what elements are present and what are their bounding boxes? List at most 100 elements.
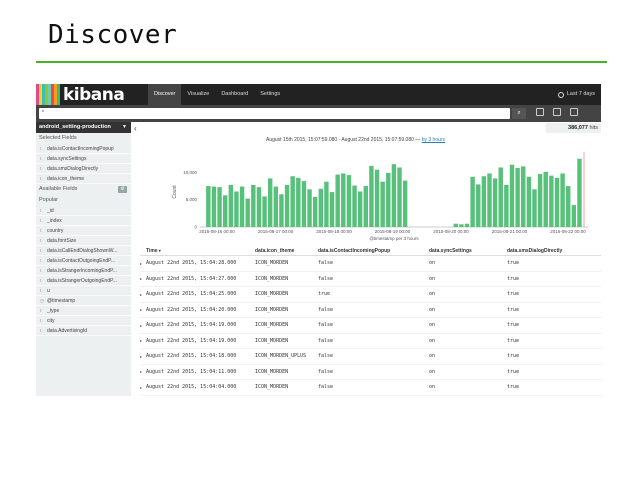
chart-bar[interactable] [464,223,470,227]
chart-bar[interactable] [267,178,273,227]
gear-icon[interactable]: ⚙ [118,186,127,193]
chart-bar[interactable] [386,172,391,227]
chart-bar[interactable] [374,169,380,227]
chart-bar[interactable] [357,191,363,228]
chart-bar[interactable] [284,184,290,227]
field-item[interactable]: t data.isStrangerIncomingEndP... [36,266,131,276]
search-button[interactable]: ⌕ [512,108,526,119]
chart-bar[interactable] [397,167,402,227]
field-item[interactable]: t _id [36,206,131,216]
table-row[interactable]: ▸ August 22nd 2015, 15:04:28.000 ICON_MORD… [140,256,601,272]
interval-link[interactable]: by 3 hours [422,137,445,143]
chart-bar[interactable] [262,196,267,227]
table-row[interactable]: ▸ August 22nd 2015, 15:04:27.000 ICON_MORD… [140,272,601,287]
chart-bar[interactable] [470,176,475,227]
chart-bar[interactable] [341,173,346,227]
chart-bar[interactable] [211,186,217,227]
chart-bar[interactable] [222,195,228,227]
chart-bar[interactable] [312,196,318,227]
chart-bar[interactable] [515,168,520,227]
chart-bar[interactable] [487,173,492,227]
collapse-sidebar-icon[interactable]: ‹ [134,124,137,133]
search-input[interactable]: * [39,108,510,119]
tab-discover[interactable]: Discover [148,84,182,105]
chart-bar[interactable] [481,176,487,227]
chart-bar[interactable] [402,180,408,227]
table-row[interactable]: ▸ August 22nd 2015, 15:04:20.000 ICON_MORD… [140,303,601,318]
table-row[interactable]: ▸ August 22nd 2015, 15:04:19.000 ICON_MORD… [140,318,601,334]
index-pattern-selector[interactable]: android_setting-production ▼ [36,122,131,133]
chart-bar[interactable] [526,176,532,227]
field-item[interactable]: t data.icon_theme [36,174,131,184]
field-item[interactable]: t _index [36,216,131,226]
chart-bar[interactable] [476,184,481,227]
chart-bar[interactable] [577,158,582,227]
chart-bar[interactable] [521,166,526,227]
kibana-logo[interactable]: kibana [36,84,144,105]
chart-bar[interactable] [239,186,245,227]
chart-bar[interactable] [307,189,312,227]
field-item[interactable]: t data.AdvertisingId [36,326,131,336]
table-row[interactable]: ▸ August 22nd 2015, 15:04:04.000 ICON_MORD… [140,380,601,396]
chart-bar[interactable] [453,223,458,227]
chart-bar[interactable] [504,184,509,227]
table-row[interactable]: ▸ August 22nd 2015, 15:04:19.000 ICON_MORD… [140,334,601,349]
chart-bar[interactable] [369,165,374,227]
field-item[interactable]: t data.syncSettings [36,154,131,164]
chart-bar[interactable] [217,187,222,227]
chart-bar[interactable] [290,176,295,227]
field-item[interactable]: t data.smsDialogDirectly [36,164,131,174]
new-search-icon[interactable] [536,108,544,116]
chart-bar[interactable] [346,175,352,227]
chart-bar[interactable] [301,181,307,227]
chart-bar[interactable] [509,164,515,227]
chart-bar[interactable] [380,181,385,227]
sort-down-icon[interactable]: ▾ [158,248,161,253]
chart-bar[interactable] [363,186,368,227]
chart-bar[interactable] [498,167,503,227]
field-item[interactable]: t _type [36,306,131,316]
chart-bar[interactable] [324,181,329,227]
field-item[interactable]: t data.isCallEndDialogShownW... [36,246,131,256]
open-search-icon[interactable] [570,108,578,116]
chart-bar[interactable] [251,184,256,227]
chart-bar[interactable] [273,186,279,227]
chart-bar[interactable] [228,184,234,227]
chart-bar[interactable] [256,187,262,227]
table-row[interactable]: ▸ August 22nd 2015, 15:04:25.000 ICON_MORD… [140,287,601,303]
chart-bar[interactable] [566,186,571,227]
field-item[interactable]: t data.isContactOutgoingEndP... [36,256,131,266]
chart-bar[interactable] [391,164,397,227]
column-header[interactable]: data.smsDialogDirectly [507,248,597,254]
chart-bar[interactable] [329,192,335,227]
table-row[interactable]: ▸ August 22nd 2015, 15:04:18.000 ICON_MORD… [140,349,601,365]
chart-bar[interactable] [543,171,548,227]
column-header[interactable]: data.isContactIncomingPopup [318,248,429,254]
chart-bar[interactable] [335,174,340,227]
chart-bar[interactable] [318,188,324,227]
chart-bar[interactable] [279,194,284,227]
field-item[interactable]: t data.isStrangerOutgoingEndP... [36,276,131,286]
chart-bar[interactable] [532,189,537,227]
column-header[interactable]: Time ▾ [146,248,255,254]
field-item[interactable]: t data.fontSize [36,236,131,246]
chart-bar[interactable] [549,175,554,227]
save-search-icon[interactable] [553,108,561,116]
field-item[interactable]: t city [36,316,131,326]
field-item[interactable]: t data.isContactIncomingPopup [36,144,131,154]
chart-bar[interactable] [560,173,565,227]
field-item[interactable]: ◷ @timestamp [36,296,131,306]
chart-bar[interactable] [234,191,239,228]
chart-bar[interactable] [492,178,498,227]
chart-bar[interactable] [352,185,357,227]
time-picker[interactable]: Last 7 days [557,84,595,105]
tab-dashboard[interactable]: Dashboard [215,84,254,105]
chart-bar[interactable] [296,177,301,227]
field-item[interactable]: tu [36,286,131,296]
chart-bar[interactable] [571,205,577,227]
chart-bar[interactable] [245,198,250,227]
table-row[interactable]: ▸ August 22nd 2015, 15:04:11.000 ICON_MORD… [140,365,601,380]
chart-bar[interactable] [459,224,464,227]
tab-settings[interactable]: Settings [254,84,286,105]
column-header[interactable]: data.icon_theme [255,248,318,254]
